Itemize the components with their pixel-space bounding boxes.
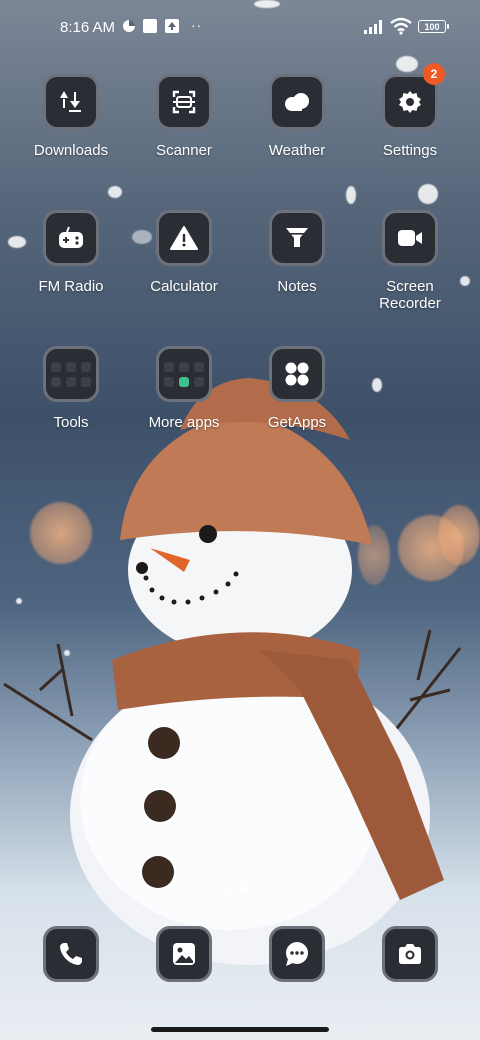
battery-indicator: 100: [418, 20, 449, 33]
folder-tools[interactable]: Tools: [15, 346, 127, 431]
app-label: Screen Recorder: [379, 278, 441, 312]
app-label: Weather: [268, 142, 326, 159]
app-downloads[interactable]: Downloads: [15, 74, 127, 159]
more-notifications-icon: ··: [191, 17, 203, 33]
video-camera-icon: [382, 210, 438, 266]
app-calculator[interactable]: Calculator: [128, 210, 240, 295]
folder-icon: [156, 346, 212, 402]
app-label: Notes: [277, 278, 317, 295]
folder-icon: [43, 346, 99, 402]
funnel-icon: [269, 210, 325, 266]
app-weather[interactable]: Weather: [241, 74, 353, 159]
gallery-icon: [156, 926, 212, 982]
dock-phone[interactable]: [15, 926, 127, 982]
status-time: 8:16 AM: [60, 19, 116, 36]
page-dot-active: [242, 886, 248, 892]
data-saver-icon: [122, 19, 136, 33]
app-label: Tools: [53, 414, 89, 431]
dock-camera[interactable]: [354, 926, 466, 982]
app-notes[interactable]: Notes: [241, 210, 353, 295]
status-bar: 8:16 AM ·· 100: [0, 0, 480, 56]
page-indicator: [228, 879, 256, 897]
wifi-icon: [390, 17, 412, 35]
scanner-icon: [156, 74, 212, 130]
dock-messages[interactable]: [241, 926, 353, 982]
weather-icon: [269, 74, 325, 130]
folder-more-apps[interactable]: More apps: [128, 346, 240, 431]
dock-gallery[interactable]: [128, 926, 240, 982]
notification-square-icon: [143, 19, 157, 33]
upload-icon: [165, 19, 179, 33]
app-getapps[interactable]: GetApps: [241, 346, 353, 431]
signal-icon: [364, 19, 386, 34]
gear-icon: 2: [382, 63, 445, 130]
notification-badge: 2: [423, 63, 445, 85]
getapps-icon: [269, 346, 325, 402]
app-label: Downloads: [33, 142, 109, 159]
app-label: Calculator: [150, 278, 218, 295]
page-dot: [228, 886, 234, 892]
app-label: Settings: [382, 142, 438, 159]
app-label: More apps: [148, 414, 220, 431]
radio-icon: [43, 210, 99, 266]
downloads-icon: [43, 74, 99, 130]
app-settings[interactable]: 2 Settings: [354, 63, 466, 159]
warning-icon: [156, 210, 212, 266]
chat-icon: [269, 926, 325, 982]
phone-icon: [43, 926, 99, 982]
app-scanner[interactable]: Scanner: [128, 74, 240, 159]
camera-icon: [382, 926, 438, 982]
app-label: GetApps: [267, 414, 327, 431]
app-screen-recorder[interactable]: Screen Recorder: [354, 210, 466, 312]
app-fm-radio[interactable]: FM Radio: [15, 210, 127, 295]
gesture-bar[interactable]: [151, 1027, 329, 1032]
app-label: FM Radio: [38, 278, 104, 295]
app-label: Scanner: [156, 142, 212, 159]
